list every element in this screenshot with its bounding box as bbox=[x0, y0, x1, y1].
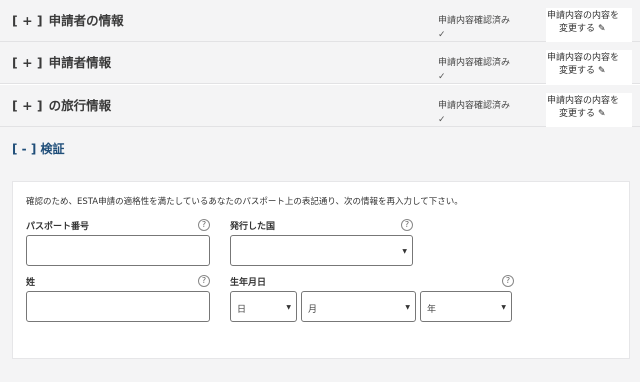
pencil-icon: ✎ bbox=[598, 109, 606, 119]
change-button-line2: 変更する bbox=[559, 24, 596, 34]
change-button[interactable]: 申請内容の内容を 変更する ✎ bbox=[546, 8, 632, 44]
change-button[interactable]: 申請内容の内容を 変更する ✎ bbox=[546, 50, 632, 86]
surname-label: 姓 bbox=[26, 278, 36, 288]
section-title-text: 申請者情報 bbox=[48, 55, 112, 70]
check-icon: ✓ bbox=[438, 30, 446, 40]
passport-number-label: パスポート番号 bbox=[26, 222, 90, 232]
change-button-line2: 変更する bbox=[559, 109, 596, 119]
chevron-down-icon: ▼ bbox=[286, 304, 291, 311]
help-icon[interactable]: ? bbox=[502, 275, 514, 287]
section-title-text: 申請者の情報 bbox=[48, 13, 124, 28]
section-applicant-details[interactable]: [ + ] 申請者情報 申請内容確認済み ✓ 申請内容の内容を 変更する ✎ bbox=[0, 42, 640, 86]
dob-day-select[interactable]: 日 ▼ bbox=[230, 291, 297, 322]
change-button-line2: 変更する bbox=[559, 66, 596, 76]
section-verification[interactable]: [ - ] 検証 bbox=[0, 127, 640, 169]
section-applicant-info[interactable]: [ + ] 申請者の情報 申請内容確認済み ✓ 申請内容の内容を 変更する ✎ bbox=[0, 0, 640, 44]
esta-application-page: [ + ] 申請者の情報 申請内容確認済み ✓ 申請内容の内容を 変更する ✎ [ … bbox=[0, 0, 640, 382]
status-text: 申請内容確認済み bbox=[438, 101, 511, 111]
expand-toggle[interactable]: [ + ] bbox=[12, 55, 43, 70]
status-text: 申請内容確認済み bbox=[438, 58, 511, 68]
change-button-line1: 申請内容の内容を bbox=[547, 11, 620, 21]
dob-year-value: 年 bbox=[427, 305, 437, 315]
expand-toggle[interactable]: [ + ] bbox=[12, 13, 43, 28]
issuing-country-select[interactable]: ▼ bbox=[230, 235, 413, 266]
help-icon[interactable]: ? bbox=[198, 275, 210, 287]
verification-form-panel bbox=[12, 181, 630, 359]
section-title: [ + ] 申請者情報 bbox=[12, 52, 111, 71]
change-button-line1: 申請内容の内容を bbox=[547, 96, 620, 106]
verification-title[interactable]: [ - ] 検証 bbox=[12, 140, 64, 157]
section-title: [ + ] 申請者の情報 bbox=[12, 10, 124, 29]
issuing-country-label: 発行した国 bbox=[230, 222, 276, 232]
status-text: 申請内容確認済み bbox=[438, 16, 511, 26]
pencil-icon: ✎ bbox=[598, 66, 606, 76]
help-icon[interactable]: ? bbox=[401, 219, 413, 231]
change-button-line1: 申請内容の内容を bbox=[547, 53, 620, 63]
pencil-icon: ✎ bbox=[598, 24, 606, 34]
section-travel-info[interactable]: [ + ] の旅行情報 申請内容確認済み ✓ 申請内容の内容を 変更する ✎ bbox=[0, 85, 640, 129]
section-title-text: の旅行情報 bbox=[48, 98, 112, 113]
verification-instructions: 確認のため、ESTA申請の適格性を満たしているあなたのパスポート上の表記通り、次… bbox=[26, 197, 463, 207]
section-title: [ + ] の旅行情報 bbox=[12, 95, 111, 114]
date-of-birth-label: 生年月日 bbox=[230, 278, 267, 288]
dob-month-select[interactable]: 月 ▼ bbox=[301, 291, 416, 322]
help-icon[interactable]: ? bbox=[198, 219, 210, 231]
check-icon: ✓ bbox=[438, 72, 446, 82]
check-icon: ✓ bbox=[438, 115, 446, 125]
dob-year-select[interactable]: 年 ▼ bbox=[420, 291, 512, 322]
change-button[interactable]: 申請内容の内容を 変更する ✎ bbox=[546, 93, 632, 129]
passport-number-input[interactable] bbox=[26, 235, 210, 266]
dob-month-value: 月 bbox=[308, 305, 318, 315]
dob-day-value: 日 bbox=[237, 305, 247, 315]
chevron-down-icon: ▼ bbox=[501, 304, 506, 311]
chevron-down-icon: ▼ bbox=[405, 304, 410, 311]
chevron-down-icon: ▼ bbox=[402, 248, 407, 255]
expand-toggle[interactable]: [ + ] bbox=[12, 98, 43, 113]
surname-input[interactable] bbox=[26, 291, 210, 322]
